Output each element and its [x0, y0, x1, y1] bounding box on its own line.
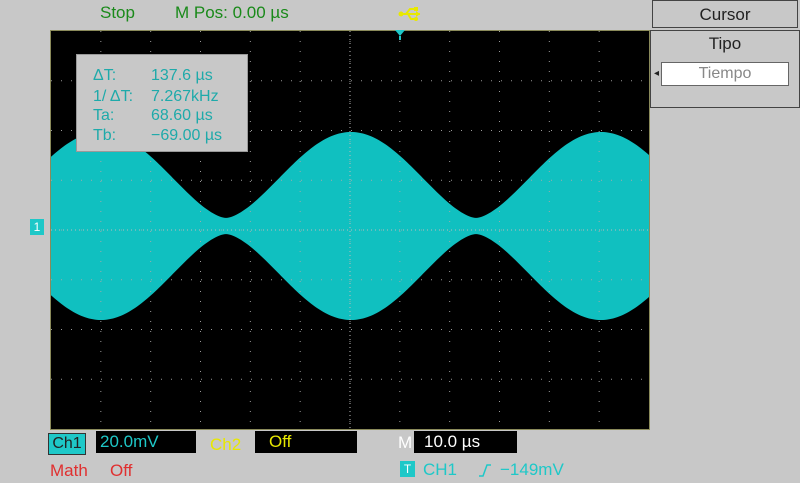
menu-item-tipo[interactable]: Tipo ◂ Tiempo — [650, 30, 800, 108]
delta-t-value: 137.6 µs — [151, 67, 213, 84]
math-label[interactable]: Math — [50, 461, 88, 481]
timebase-value: 10.0 µs — [414, 431, 517, 453]
trigger-level: −149mV — [500, 460, 564, 479]
menu-item-label: Tipo — [708, 34, 742, 53]
cursor-readout-panel: ΔT: 137.6 µs 1/ ΔT: 7.267kHz Ta: 68.60 µs T… — [76, 54, 248, 152]
run-state: Stop — [100, 3, 135, 22]
ch1-ground-marker: 1 — [30, 219, 44, 235]
ch2-button[interactable]: Ch2 — [210, 435, 241, 455]
inv-delta-t-label: 1/ ΔT: — [93, 88, 134, 105]
ch1-scale: 20.0mV — [96, 431, 196, 453]
ch2-scale: Off — [255, 431, 357, 453]
inv-delta-t-value: 7.267kHz — [151, 88, 219, 105]
menu-item-value[interactable]: Tiempo — [661, 62, 789, 86]
timebase-label: M — [398, 433, 413, 452]
ch1-button[interactable]: Ch1 — [48, 433, 86, 455]
ta-value: 68.60 µs — [151, 107, 213, 124]
m-pos-readout: M Pos: 0.00 µs — [175, 3, 289, 22]
trigger-position-icon — [395, 30, 405, 40]
trigger-source: CH1 — [423, 460, 458, 479]
ta-label: Ta: — [93, 107, 115, 124]
trigger-badge: T — [400, 461, 415, 477]
usb-icon — [398, 4, 424, 29]
selector-arrow-icon: ◂ — [654, 68, 660, 79]
menu-title-cursor[interactable]: Cursor — [652, 0, 798, 28]
math-value: Off — [110, 461, 133, 480]
tb-value: −69.00 µs — [151, 127, 223, 144]
delta-t-label: ΔT: — [93, 67, 117, 84]
tb-label: Tb: — [93, 127, 117, 144]
